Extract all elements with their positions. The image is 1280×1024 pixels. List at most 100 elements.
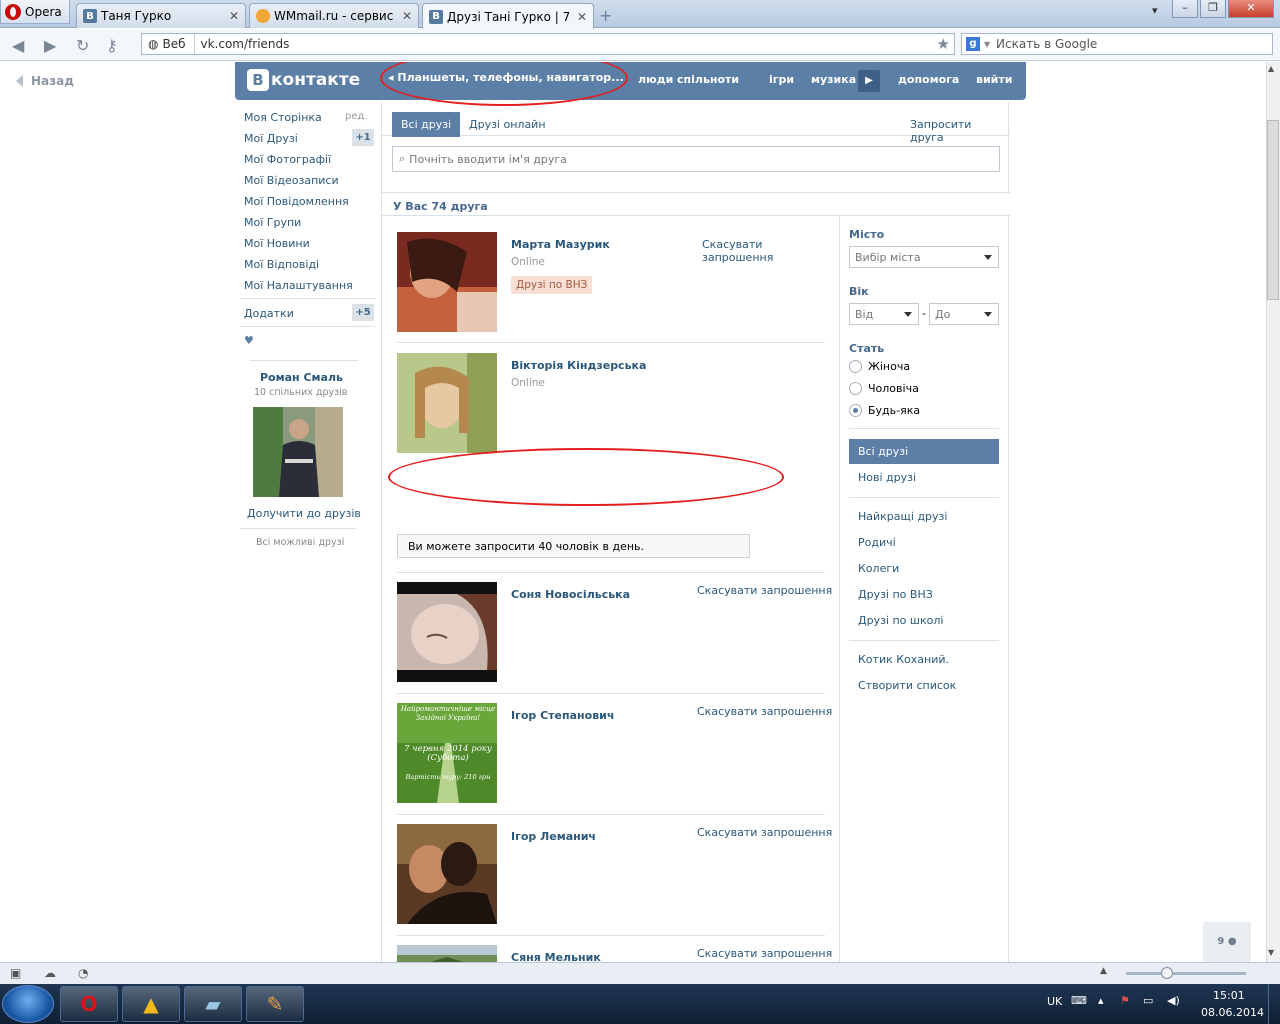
tab-list-chevron-icon[interactable]: ▾: [1152, 4, 1158, 17]
list-custom[interactable]: Котик Коханий.: [858, 653, 949, 666]
volume-icon[interactable]: ◀): [1167, 994, 1180, 1007]
show-desktop-button[interactable]: [1268, 984, 1280, 1024]
tray-expand-icon[interactable]: ▴: [1098, 994, 1104, 1007]
panel-toggle-icon[interactable]: ▣: [10, 966, 21, 980]
search-engine-chevron-icon[interactable]: ▾: [984, 37, 990, 51]
close-tab-icon[interactable]: ✕: [402, 9, 412, 23]
nav-communities[interactable]: спільноти: [677, 73, 739, 86]
friend-avatar[interactable]: [397, 824, 497, 924]
friend-name[interactable]: Соня Новосільська: [511, 588, 630, 601]
friend-search-input[interactable]: ⌕ Почніть вводити ім'я друга: [392, 146, 1000, 172]
nav-logout[interactable]: вийти: [976, 73, 1012, 86]
add-friend-link[interactable]: Долучити до друзів: [247, 507, 361, 520]
apps-badge[interactable]: +5: [352, 304, 374, 321]
age-from-select[interactable]: Від: [849, 303, 919, 325]
key-icon[interactable]: ⚷: [106, 36, 118, 55]
menu-my-answers[interactable]: Мої Відповіді: [244, 258, 319, 271]
back-link[interactable]: Назад: [16, 74, 74, 88]
scroll-up-icon[interactable]: ▲: [1268, 64, 1274, 73]
nav-music[interactable]: музика: [811, 73, 856, 86]
gender-male-radio[interactable]: Чоловіча: [849, 382, 919, 395]
bookmark-star-icon[interactable]: ★: [937, 35, 950, 53]
taskbar-aimp[interactable]: ▲: [122, 986, 180, 1022]
create-list-link[interactable]: Створити список: [858, 679, 956, 692]
taskbar-notes[interactable]: ▰: [184, 986, 242, 1022]
list-new-friends[interactable]: Нові друзі: [858, 471, 916, 484]
search-field[interactable]: g ▾ Искать в Google: [961, 33, 1273, 55]
opera-menu-button[interactable]: Opera: [0, 0, 70, 24]
scrollbar-thumb[interactable]: [1267, 120, 1279, 300]
cancel-request-link[interactable]: Скасувати запрошення: [697, 705, 832, 718]
list-university[interactable]: Друзі по ВНЗ: [858, 588, 933, 601]
friend-avatar[interactable]: [397, 582, 497, 682]
age-to-select[interactable]: До: [929, 303, 999, 325]
language-indicator[interactable]: UK: [1047, 995, 1062, 1008]
friend-avatar[interactable]: [397, 232, 497, 332]
zoom-slider-track[interactable]: [1126, 972, 1246, 975]
restore-icon[interactable]: ❐: [1200, 0, 1226, 18]
minimize-icon[interactable]: –: [1172, 0, 1198, 18]
gender-female-radio[interactable]: Жіноча: [849, 360, 910, 373]
clock-time[interactable]: 15:01: [1213, 989, 1245, 1002]
network-icon[interactable]: ▭: [1143, 994, 1153, 1007]
friend-name[interactable]: Ігор Леманич: [511, 830, 596, 843]
nav-games[interactable]: ігри: [769, 73, 794, 86]
online-counter[interactable]: 9 ●: [1203, 922, 1251, 962]
friend-name[interactable]: Марта Мазурик: [511, 238, 610, 251]
friend-avatar[interactable]: [397, 945, 497, 962]
menu-my-page[interactable]: Моя Сторінка: [244, 111, 322, 124]
friend-avatar[interactable]: [397, 353, 497, 453]
url-field[interactable]: ◍ Веб vk.com/friends ★: [141, 33, 955, 55]
cloud-icon[interactable]: ☁: [44, 966, 56, 980]
zoom-slider-thumb[interactable]: [1161, 967, 1173, 979]
gender-any-radio[interactable]: Будь-яка: [849, 404, 920, 417]
list-best-friends[interactable]: Найкращі друзі: [858, 510, 947, 523]
list-relatives[interactable]: Родичі: [858, 536, 896, 549]
friend-name[interactable]: Сяня Мельник: [511, 951, 601, 962]
speed-dial-icon[interactable]: ◔: [78, 966, 88, 980]
close-tab-icon[interactable]: ✕: [229, 9, 239, 23]
back-arrow-icon[interactable]: ◀: [12, 36, 24, 55]
action-center-icon[interactable]: ⚑: [1120, 994, 1130, 1007]
tab-friends-online[interactable]: Друзі онлайн: [469, 118, 546, 131]
close-window-icon[interactable]: ✕: [1228, 0, 1274, 18]
taskbar-paint[interactable]: ✎: [246, 986, 304, 1022]
forward-arrow-icon[interactable]: ▶: [44, 36, 56, 55]
city-select[interactable]: Вибір міста: [849, 246, 999, 268]
tab-all-friends[interactable]: Всі друзі: [392, 112, 461, 137]
start-button[interactable]: [2, 985, 54, 1023]
menu-my-news[interactable]: Мої Новини: [244, 237, 310, 250]
menu-my-groups[interactable]: Мої Групи: [244, 216, 301, 229]
taskbar-opera[interactable]: O: [60, 986, 118, 1022]
menu-my-photos[interactable]: Мої Фотографії: [244, 153, 331, 166]
zoom-toggle-icon[interactable]: ▲: [1100, 966, 1107, 976]
menu-my-videos[interactable]: Мої Відеозаписи: [244, 174, 339, 187]
keyboard-icon[interactable]: ⌨: [1071, 994, 1087, 1007]
all-possible-friends-link[interactable]: Всі можливі друзі: [256, 537, 344, 548]
reload-icon[interactable]: ↻: [76, 36, 89, 55]
tab-wmmail[interactable]: WMmail.ru - сервис п... ✕: [249, 3, 419, 28]
cancel-request-link[interactable]: Скасувати запрошення: [697, 584, 832, 597]
list-colleagues[interactable]: Колеги: [858, 562, 899, 575]
list-school[interactable]: Друзі по школі: [858, 614, 943, 627]
menu-edit-link[interactable]: ред.: [345, 111, 368, 122]
heart-icon[interactable]: ♥: [244, 334, 254, 347]
invite-friend-link[interactable]: Запросити друга: [910, 118, 1008, 144]
friends-badge[interactable]: +1: [352, 129, 374, 146]
friend-avatar[interactable]: Найромантичніше місце Західної України! …: [397, 703, 497, 803]
friend-name[interactable]: Ігор Степанович: [511, 709, 614, 722]
nav-more-arrow-icon[interactable]: ▶: [858, 70, 880, 92]
menu-my-messages[interactable]: Мої Повідомлення: [244, 195, 349, 208]
menu-my-friends[interactable]: Мої Друзі: [244, 132, 298, 145]
nav-people[interactable]: люди: [638, 73, 673, 86]
vk-logo[interactable]: В контакте: [247, 69, 360, 91]
suggest-avatar[interactable]: [253, 407, 343, 497]
cancel-request-link[interactable]: Скасувати запрошення: [697, 947, 832, 960]
new-tab-icon[interactable]: +: [599, 6, 612, 25]
menu-apps[interactable]: Додатки: [244, 307, 294, 320]
nav-help[interactable]: допомога: [898, 73, 959, 86]
menu-my-settings[interactable]: Мої Налаштування: [244, 279, 353, 292]
tab-vk-profile[interactable]: B Таня Гурко ✕: [76, 3, 246, 28]
scroll-down-icon[interactable]: ▼: [1268, 948, 1274, 957]
close-tab-icon[interactable]: ✕: [577, 10, 587, 24]
